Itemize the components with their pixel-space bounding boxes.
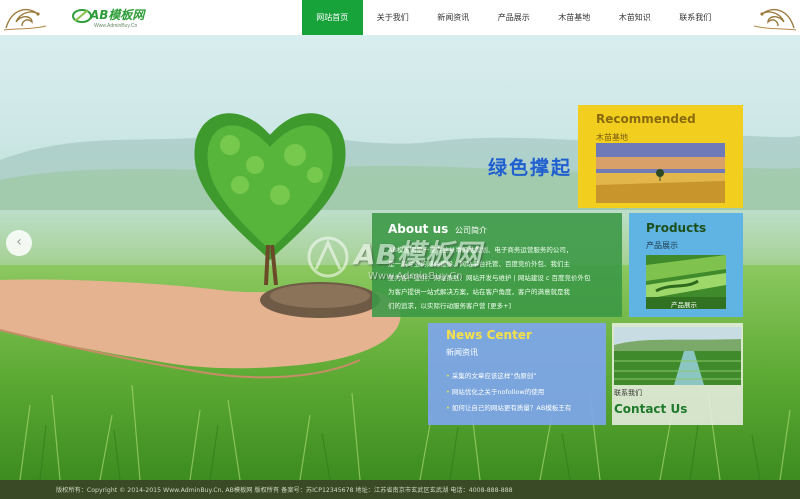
right-ornament-icon <box>753 8 797 31</box>
bullet-icon: • <box>446 404 450 412</box>
nav-item-contact[interactable]: 联系我们 <box>665 0 726 35</box>
bullet-icon: • <box>446 388 450 396</box>
nav-item-home[interactable]: 网站首页 <box>302 0 363 35</box>
news-list-item[interactable]: • 采集的文章应该这样“伪原创” <box>446 368 602 384</box>
contact-subtitle: 联系我们 <box>614 389 642 397</box>
news-panel: News Center 新闻资讯 • 采集的文章应该这样“伪原创” • 网站优化… <box>428 323 606 425</box>
products-caption: 产品展示 <box>671 301 697 309</box>
watermark-url: Www.AdminBuy.Cn <box>368 271 463 282</box>
products-title: Products <box>646 221 707 235</box>
nav-item-products[interactable]: 产品展示 <box>484 0 545 35</box>
contact-title: Contact Us <box>614 402 688 416</box>
main-nav: 网站首页 关于我们 新闻资讯 产品展示 木苗基地 木苗知识 联系我们 <box>302 0 726 35</box>
logo-subtext: Www.AdminBuy.Cn <box>94 23 138 29</box>
news-title: News Center <box>446 328 532 342</box>
site-footer: 版权所有：Copyright © 2014-2015 Www.AdminBuy.… <box>0 480 800 499</box>
contact-image[interactable] <box>614 327 741 385</box>
nav-item-nursery-knowledge[interactable]: 木苗知识 <box>605 0 666 35</box>
banner-slogan: 绿色撑起 <box>488 157 573 179</box>
news-item-text[interactable]: 采集的文章应该这样“伪原创” <box>452 372 537 380</box>
recommended-title: Recommended <box>596 112 696 126</box>
prev-slide-icon[interactable]: ‹ <box>6 230 32 256</box>
contact-panel[interactable]: 联系我们 Contact Us <box>612 323 743 425</box>
recommended-image[interactable] <box>596 143 725 203</box>
products-subtitle: 产品展示 <box>646 241 678 250</box>
left-ornament-icon <box>3 8 47 31</box>
products-panel[interactable]: Products 产品展示 产品展示 <box>629 213 743 317</box>
news-item-text[interactable]: 如何让自己的网站更有质量？AB模板王有 <box>452 404 571 412</box>
news-list: • 采集的文章应该这样“伪原创” • 网站优化之关于nofollow的使用 • … <box>446 368 602 416</box>
recommended-subtitle: 木苗基地 <box>596 133 628 142</box>
news-subtitle: 新闻资讯 <box>446 348 478 357</box>
watermark-logo-icon <box>307 236 349 278</box>
nav-item-about[interactable]: 关于我们 <box>363 0 424 35</box>
hero-banner: ‹ 绿色撑起 Recommended 木苗基地 About us 公司简介 AB… <box>0 35 800 480</box>
news-list-item[interactable]: • 网站优化之关于nofollow的使用 <box>446 384 602 400</box>
site-header: AB模板网 Www.AdminBuy.Cn 网站首页 关于我们 新闻资讯 产品展… <box>0 0 800 35</box>
news-list-item[interactable]: • 如何让自己的网站更有质量？AB模板王有 <box>446 400 602 416</box>
footer-text: 版权所有：Copyright © 2014-2015 Www.AdminBuy.… <box>56 487 513 494</box>
watermark: AB模板网 Www.AdminBuy.Cn <box>306 233 536 313</box>
bullet-icon: • <box>446 372 450 380</box>
watermark-text: AB模板网 <box>354 238 482 271</box>
nav-item-news[interactable]: 新闻资讯 <box>423 0 484 35</box>
recommended-panel[interactable]: Recommended 木苗基地 <box>578 105 743 208</box>
logo-text: AB模板网 <box>90 8 145 22</box>
nav-item-nursery-base[interactable]: 木苗基地 <box>544 0 605 35</box>
site-logo[interactable]: AB模板网 Www.AdminBuy.Cn <box>72 6 162 32</box>
news-item-text[interactable]: 网站优化之关于nofollow的使用 <box>452 388 544 396</box>
